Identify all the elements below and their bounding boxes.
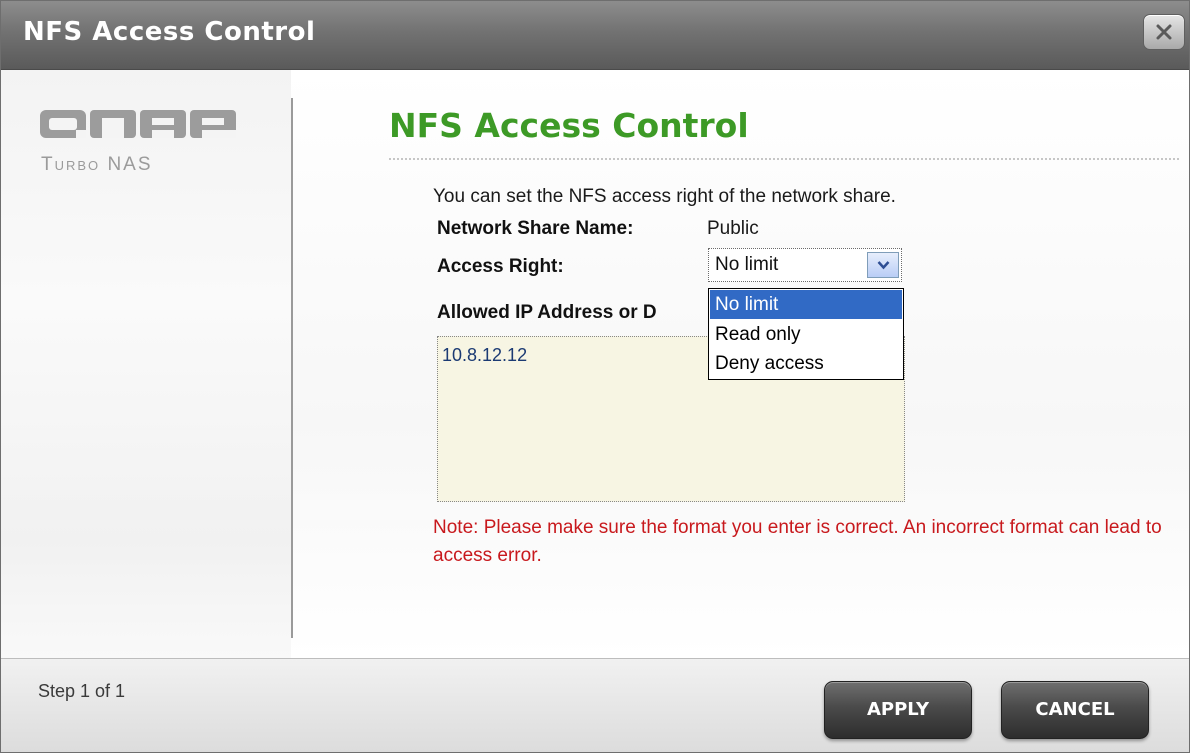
access-right-dropdown-list: No limit Read only Deny access xyxy=(708,288,904,380)
share-name-label: Network Share Name: xyxy=(437,218,634,239)
cancel-button[interactable]: CANCEL xyxy=(1001,681,1149,739)
dropdown-button[interactable] xyxy=(867,252,899,278)
access-right-select[interactable]: No limit xyxy=(708,248,902,282)
access-right-label: Access Right: xyxy=(437,256,564,277)
apply-button[interactable]: APPLY xyxy=(824,681,972,739)
description-text: You can set the NFS access right of the … xyxy=(433,186,896,207)
logo-subtitle: Turbo NAS xyxy=(41,154,153,175)
nfs-access-control-dialog: NFS Access Control Turbo NAS NFS Access … xyxy=(0,0,1190,753)
dialog-body: Turbo NAS NFS Access Control You can set… xyxy=(1,70,1189,658)
option-no-limit[interactable]: No limit xyxy=(710,290,902,319)
chevron-down-icon xyxy=(877,261,890,270)
option-deny-access[interactable]: Deny access xyxy=(710,349,902,378)
branding-pane: Turbo NAS xyxy=(1,70,291,658)
vertical-divider xyxy=(291,98,293,638)
format-note: Note: Please make sure the format you en… xyxy=(433,517,1162,566)
heading-divider xyxy=(389,158,1179,160)
close-button[interactable] xyxy=(1143,14,1185,50)
close-icon xyxy=(1156,24,1172,40)
step-indicator: Step 1 of 1 xyxy=(38,681,126,701)
window-title: NFS Access Control xyxy=(23,17,316,47)
share-name-value: Public xyxy=(707,218,759,239)
dialog-footer: Step 1 of 1 APPLY CANCEL xyxy=(1,658,1189,752)
option-read-only[interactable]: Read only xyxy=(710,320,902,349)
allowed-ip-label: Allowed IP Address or D xyxy=(437,302,657,323)
title-bar: NFS Access Control xyxy=(1,1,1189,70)
page-title: NFS Access Control xyxy=(389,106,749,145)
access-right-selected-value: No limit xyxy=(715,254,779,275)
